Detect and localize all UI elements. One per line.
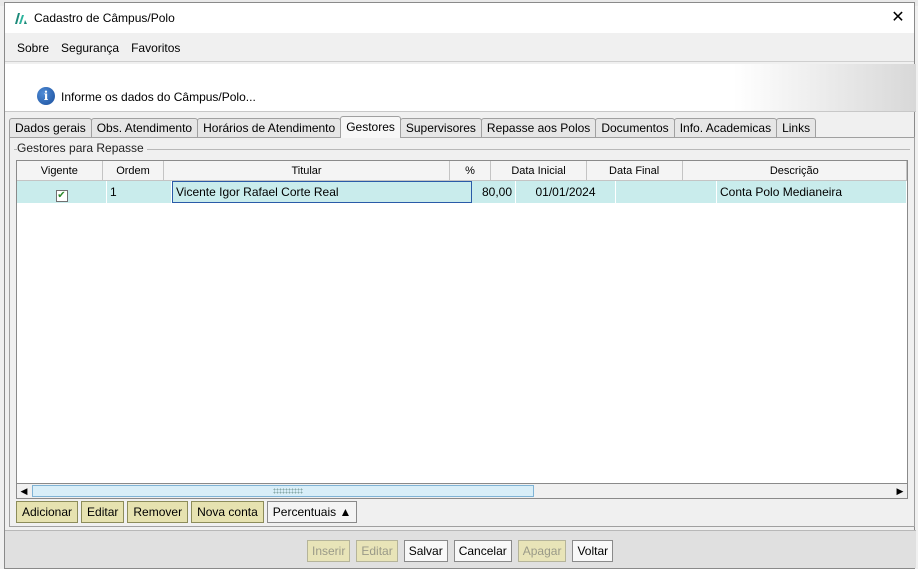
cell-titular[interactable]: Vicente Igor Rafael Corte Real [172, 181, 472, 203]
tab-links[interactable]: Links [776, 118, 817, 138]
scroll-left-icon[interactable]: ◀ [17, 484, 31, 498]
menu-item-sobre[interactable]: Sobre [11, 41, 55, 55]
gestores-grid[interactable]: Vigente Ordem Titular % Data Inicial Dat… [16, 160, 908, 484]
close-button[interactable]: ✕ [888, 8, 908, 28]
menu-bar: Sobre Segurança Favoritos [5, 34, 914, 62]
scrollbar-thumb[interactable] [32, 485, 534, 497]
grid-header: Vigente Ordem Titular % Data Inicial Dat… [17, 161, 907, 181]
menu-item-seguranca[interactable]: Segurança [55, 41, 125, 55]
salvar-button[interactable]: Salvar [403, 540, 448, 562]
cell-data-final[interactable] [616, 181, 717, 203]
tab-repasse-polos[interactable]: Repasse aos Polos [480, 118, 597, 138]
tab-horarios-atendimento[interactable]: Horários de Atendimento [197, 118, 342, 138]
app-logo-icon [15, 13, 27, 24]
tab-supervisores[interactable]: Supervisores [399, 118, 482, 138]
column-header-data-inicial[interactable]: Data Inicial [491, 161, 587, 180]
adicionar-button[interactable]: Adicionar [16, 501, 79, 523]
cell-descricao[interactable]: Conta Polo Medianeira [717, 181, 907, 203]
apagar-button[interactable]: Apagar [517, 540, 567, 562]
title-bar: Cadastro de Câmpus/Polo ✕ [5, 3, 914, 33]
footer-editar-button[interactable]: Editar [356, 540, 398, 562]
cell-ordem[interactable]: 1 [107, 181, 172, 203]
cell-percent[interactable]: 80,00 [472, 181, 516, 203]
footer-actions: Inserir Editar Salvar Cancelar Apagar Vo… [307, 540, 619, 562]
column-header-percent[interactable]: % [450, 161, 492, 180]
cell-vigente[interactable]: ✔ [17, 181, 107, 203]
editar-button[interactable]: Editar [81, 501, 125, 523]
table-row[interactable]: ✔ 1 Vicente Igor Rafael Corte Real 80,00… [17, 181, 907, 203]
info-banner: i Informe os dados do Câmpus/Polo... [5, 64, 916, 112]
tab-dados-gerais[interactable]: Dados gerais [9, 118, 92, 138]
horizontal-scrollbar[interactable]: ◀ ▶ [16, 483, 908, 499]
info-icon: i [37, 87, 55, 105]
column-header-titular[interactable]: Titular [164, 161, 450, 180]
dialog-window: Cadastro de Câmpus/Polo ✕ Sobre Seguranç… [4, 2, 916, 569]
tab-gestores[interactable]: Gestores [340, 116, 401, 138]
cell-data-inicial[interactable]: 01/01/2024 [516, 181, 616, 203]
percentuais-button[interactable]: Percentuais ▲ [266, 501, 358, 523]
column-header-data-final[interactable]: Data Final [587, 161, 683, 180]
column-header-ordem[interactable]: Ordem [103, 161, 165, 180]
group-divider [14, 149, 910, 150]
inserir-button[interactable]: Inserir [307, 540, 351, 562]
cancelar-button[interactable]: Cancelar [453, 540, 512, 562]
scroll-right-icon[interactable]: ▶ [893, 484, 907, 498]
footer-bar: Inserir Editar Salvar Cancelar Apagar Vo… [5, 530, 916, 568]
column-header-vigente[interactable]: Vigente [17, 161, 103, 180]
nova-conta-button[interactable]: Nova conta [191, 501, 264, 523]
column-header-descricao[interactable]: Descrição [683, 161, 907, 180]
info-text: Informe os dados do Câmpus/Polo... [61, 90, 256, 104]
tab-strip: Dados gerais Obs. Atendimento Horários d… [9, 116, 817, 138]
window-title: Cadastro de Câmpus/Polo [34, 11, 175, 25]
menu-item-favoritos[interactable]: Favoritos [125, 41, 186, 55]
grid-actions: Adicionar Editar Remover Nova conta Perc… [16, 501, 360, 523]
tab-panel-gestores: Gestores para Repasse Vigente Ordem Titu… [9, 137, 915, 527]
vigente-checkbox[interactable]: ✔ [55, 190, 68, 202]
scrollbar-grip [273, 488, 303, 494]
voltar-button[interactable]: Voltar [572, 540, 614, 562]
tab-obs-atendimento[interactable]: Obs. Atendimento [90, 118, 199, 138]
tab-documentos[interactable]: Documentos [595, 118, 675, 138]
group-title: Gestores para Repasse [17, 141, 147, 155]
remover-button[interactable]: Remover [127, 501, 189, 523]
tab-info-academicas[interactable]: Info. Academicas [673, 118, 778, 138]
